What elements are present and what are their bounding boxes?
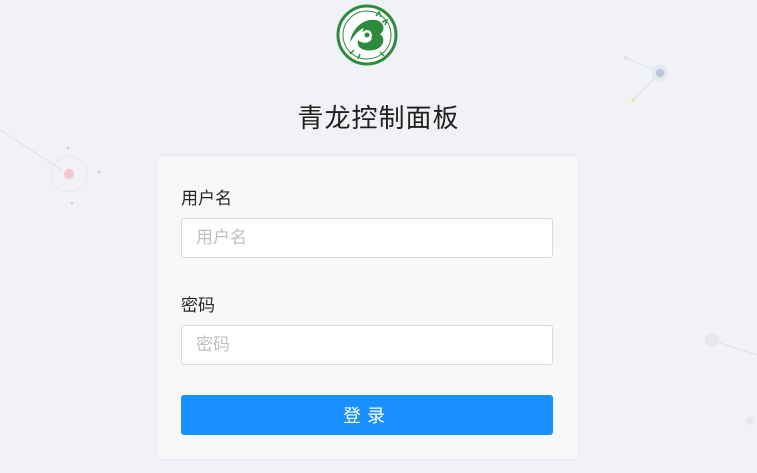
login-page: 青龙控制面板 用户名 密码 登录 <box>0 0 757 473</box>
page-title: 青龙控制面板 <box>297 104 460 134</box>
username-label: 用户名 <box>181 189 232 209</box>
login-form-card: 用户名 密码 登录 <box>156 155 579 460</box>
login-button[interactable]: 登录 <box>181 395 553 435</box>
username-input[interactable] <box>181 218 553 258</box>
password-label: 密码 <box>181 296 215 316</box>
dragon-logo-icon <box>336 4 398 66</box>
password-input[interactable] <box>181 325 553 365</box>
